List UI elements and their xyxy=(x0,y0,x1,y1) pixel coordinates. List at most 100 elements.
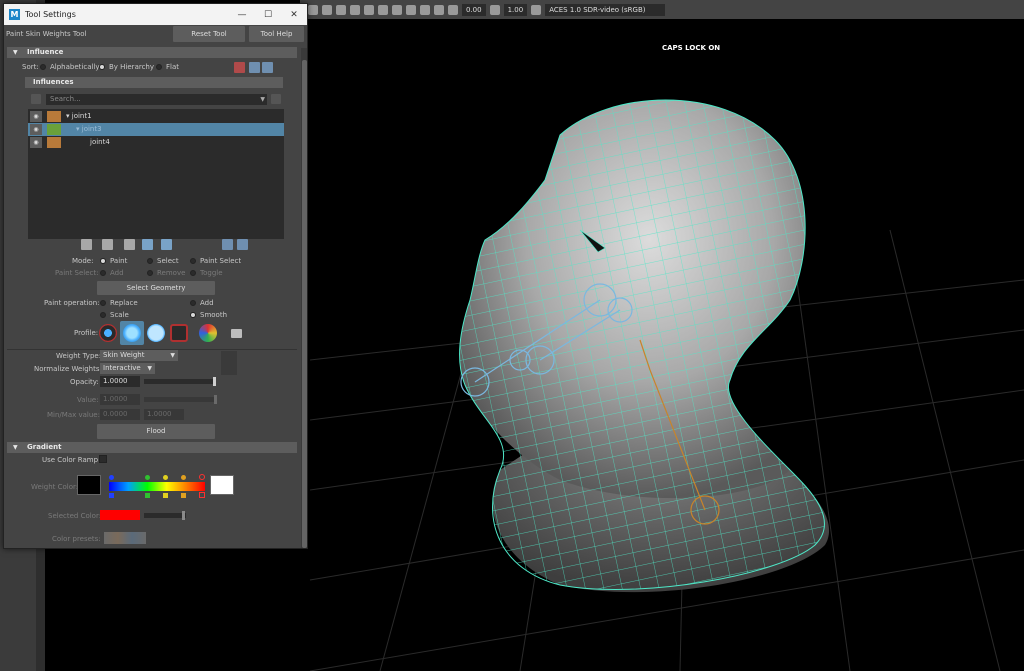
value-slider-handle[interactable] xyxy=(214,395,217,404)
gamma-field[interactable]: 1.00 xyxy=(503,3,528,16)
opacity-field[interactable]: 1.0000 xyxy=(100,376,140,387)
selected-color-slider-handle[interactable] xyxy=(182,511,185,520)
ramp-marker[interactable] xyxy=(163,475,168,480)
influence-color-swatch[interactable] xyxy=(47,137,61,148)
profile-image-icon[interactable] xyxy=(199,324,217,342)
weight-color-white-swatch[interactable] xyxy=(210,475,234,495)
wireframe-icon[interactable] xyxy=(336,4,346,15)
exposure-field[interactable]: 0.00 xyxy=(462,3,486,16)
eye-icon[interactable]: ◉ xyxy=(30,111,42,122)
exposure-icon[interactable] xyxy=(448,4,458,15)
resolution-gate-icon[interactable] xyxy=(434,4,444,15)
selected-color-slider[interactable] xyxy=(144,513,186,518)
max-value-field[interactable]: 1.0000 xyxy=(144,409,184,420)
light-icon[interactable] xyxy=(378,4,388,15)
color-management-icon[interactable] xyxy=(531,4,542,15)
ramp-marker[interactable] xyxy=(181,493,186,498)
isolate-icon[interactable] xyxy=(420,4,430,15)
ramp-marker[interactable] xyxy=(109,493,114,498)
minimize-button[interactable]: — xyxy=(229,10,255,20)
paint-select-remove-radio[interactable] xyxy=(147,270,153,276)
opacity-slider[interactable] xyxy=(144,379,216,384)
paint-op-replace-radio[interactable] xyxy=(100,300,106,306)
paint-op-add-radio[interactable] xyxy=(190,300,196,306)
ramp-marker[interactable] xyxy=(181,475,186,480)
influence-search-input[interactable]: Search... ▼ xyxy=(46,94,267,105)
influence-row[interactable]: ◉ joint4 xyxy=(28,136,284,149)
ramp-marker[interactable] xyxy=(145,493,150,498)
prune-icon[interactable] xyxy=(234,62,245,73)
influence-color-swatch[interactable] xyxy=(47,124,61,135)
selected-color-swatch[interactable] xyxy=(100,510,140,520)
paint-op-scale-radio[interactable] xyxy=(100,312,106,318)
flood-button[interactable]: Flood xyxy=(97,424,215,439)
copy-weights-icon[interactable] xyxy=(81,239,92,250)
xray-icon[interactable] xyxy=(406,4,416,15)
search-dropdown-icon[interactable]: ▼ xyxy=(260,94,265,105)
profile-gaussian-icon[interactable] xyxy=(99,324,117,342)
ramp-marker[interactable] xyxy=(199,474,205,480)
color-presets-swatches[interactable] xyxy=(104,532,146,544)
sort-flat-radio[interactable] xyxy=(156,64,162,70)
opacity-slider-handle[interactable] xyxy=(213,377,216,386)
folder-icon[interactable] xyxy=(231,329,242,338)
panel-scrollbar[interactable] xyxy=(301,48,307,548)
sort-alphabetically-radio[interactable] xyxy=(40,64,46,70)
close-button[interactable]: ✕ xyxy=(281,10,307,20)
maximize-button[interactable]: ☐ xyxy=(255,10,281,20)
profile-solid-icon[interactable] xyxy=(147,324,165,342)
weight-type-dropdown[interactable]: Skin Weight ▼ xyxy=(100,350,178,361)
move-weights-icon[interactable] xyxy=(142,239,153,250)
ramp-marker[interactable] xyxy=(145,475,150,480)
paint-select-toggle-radio[interactable] xyxy=(190,270,196,276)
eye-icon[interactable]: ◉ xyxy=(30,124,42,135)
influence-row[interactable]: ◉ ▾ joint1 xyxy=(28,110,284,123)
filter-icon[interactable] xyxy=(31,94,41,104)
profile-square-icon[interactable] xyxy=(170,324,188,342)
influence-list-icon[interactable] xyxy=(222,239,233,250)
eye-icon[interactable]: ◉ xyxy=(30,137,42,148)
gradient-section-header[interactable]: ▼ Gradient xyxy=(7,442,297,453)
weight-color-ramp[interactable] xyxy=(109,482,205,491)
scrollbar-thumb[interactable] xyxy=(302,60,307,548)
list-view-icon[interactable] xyxy=(249,62,260,73)
reset-tool-button[interactable]: Reset Tool xyxy=(173,26,245,42)
color-space-dropdown[interactable]: ACES 1.0 SDR-video (sRGB) xyxy=(545,3,666,16)
shadow-icon[interactable] xyxy=(392,4,402,15)
sort-by-hierarchy-radio[interactable] xyxy=(99,64,105,70)
show-influences-icon[interactable] xyxy=(161,239,172,250)
window-titlebar[interactable]: M Tool Settings — ☐ ✕ xyxy=(4,4,307,25)
influence-section-header[interactable]: ▼ Influence xyxy=(7,47,297,58)
use-color-ramp-checkbox[interactable] xyxy=(99,455,107,463)
mode-paint-radio[interactable] xyxy=(100,258,106,264)
paint-select-add-radio[interactable] xyxy=(100,270,106,276)
tree-view-icon[interactable] xyxy=(262,62,273,73)
ramp-marker[interactable] xyxy=(163,493,168,498)
tool-help-button[interactable]: Tool Help xyxy=(249,26,304,42)
value-field[interactable]: 1.0000 xyxy=(100,394,140,405)
texture-icon[interactable] xyxy=(364,4,374,15)
gamma-icon[interactable] xyxy=(489,4,500,15)
select-geometry-button[interactable]: Select Geometry xyxy=(97,281,215,295)
value-slider[interactable] xyxy=(144,397,216,402)
ramp-marker[interactable] xyxy=(109,475,114,480)
weight-color-black-swatch[interactable] xyxy=(77,475,101,495)
paint-op-smooth-radio[interactable] xyxy=(190,312,196,318)
min-value-field[interactable]: 0.0000 xyxy=(100,409,140,420)
profile-soft-icon[interactable] xyxy=(123,324,141,342)
collapse-triangle-icon: ▼ xyxy=(13,444,18,451)
camera-icon[interactable] xyxy=(308,4,318,15)
grid-icon[interactable] xyxy=(322,4,332,15)
influence-list[interactable]: ◉ ▾ joint1 ◉ ▾ joint3 ◉ joint4 xyxy=(28,109,284,239)
influence-color-swatch[interactable] xyxy=(47,111,61,122)
weight-hammer-icon[interactable] xyxy=(124,239,135,250)
smooth-shade-icon[interactable] xyxy=(350,4,360,15)
paste-weights-icon[interactable] xyxy=(102,239,113,250)
mode-paint-select-radio[interactable] xyxy=(190,258,196,264)
pin-icon[interactable] xyxy=(271,94,281,104)
ramp-marker[interactable] xyxy=(199,492,205,498)
influence-row-selected[interactable]: ◉ ▾ joint3 xyxy=(28,123,284,136)
mode-select-radio[interactable] xyxy=(147,258,153,264)
normalize-weights-dropdown[interactable]: Interactive ▼ xyxy=(100,363,155,374)
influence-hierarchy-icon[interactable] xyxy=(237,239,248,250)
